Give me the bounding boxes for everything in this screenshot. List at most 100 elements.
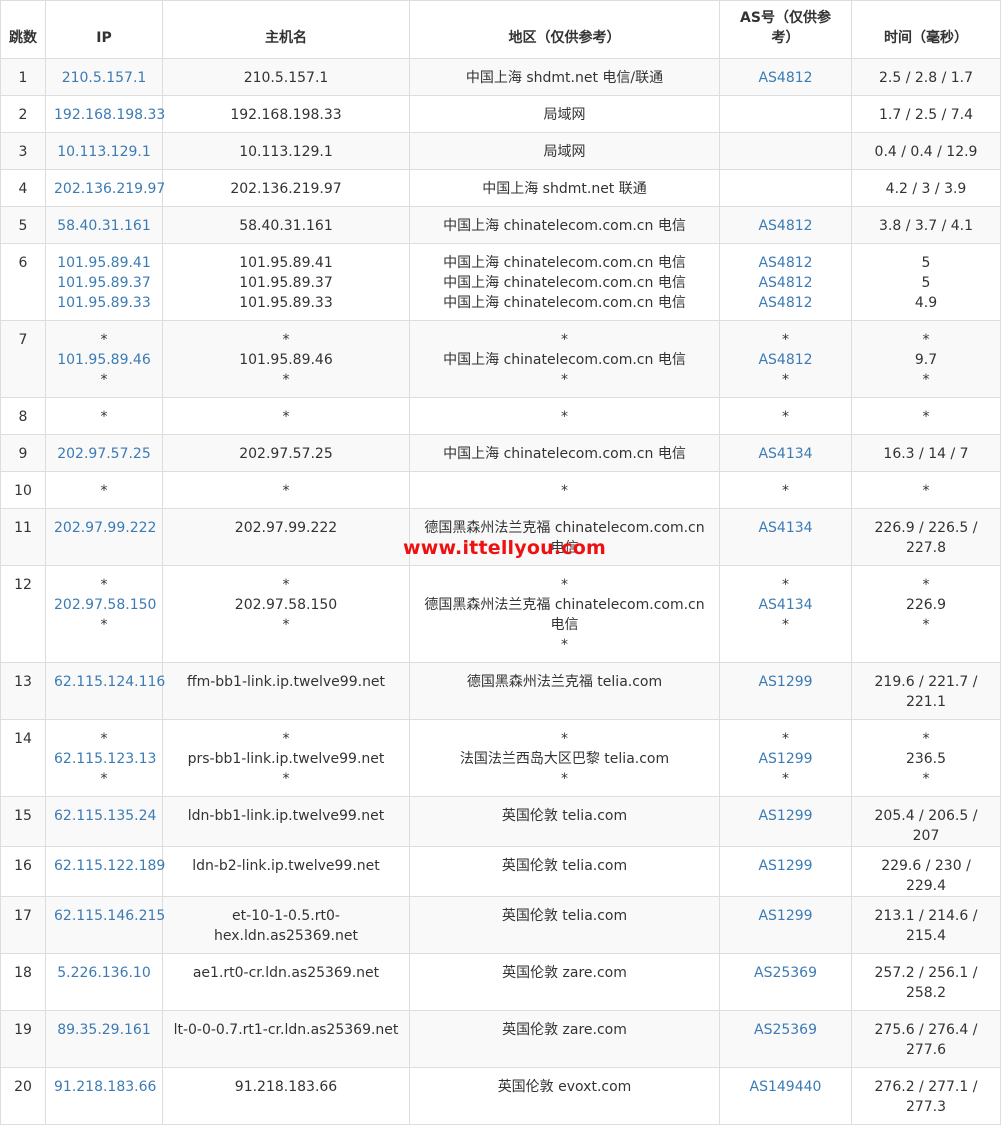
time-value: 205.4 / 206.5 / 207 bbox=[874, 808, 978, 844]
asn-link[interactable]: AS4812 bbox=[728, 216, 843, 236]
asn-value: * bbox=[782, 409, 789, 425]
host-value: 202.136.219.97 bbox=[230, 181, 342, 197]
ip-cell: 210.5.157.1 bbox=[45, 58, 163, 96]
region-cell: 英国伦敦 zare.com bbox=[409, 1010, 720, 1068]
time-cell: 4.2 / 3 / 3.9 bbox=[851, 169, 1001, 207]
time-cell: 2.5 / 2.8 / 1.7 bbox=[851, 58, 1001, 96]
asn-link[interactable]: AS1299 bbox=[728, 856, 843, 876]
ip-link[interactable]: 62.115.123.13 bbox=[54, 749, 156, 769]
region-cell: 中国上海 chinatelecom.com.cn 电信 中国上海 chinatel… bbox=[409, 243, 720, 321]
asn-link[interactable]: AS1299 bbox=[728, 906, 843, 926]
ip-link[interactable]: 62.115.124.116 bbox=[54, 672, 165, 692]
ip-link[interactable]: 210.5.157.1 bbox=[54, 68, 154, 88]
ip-cell: 202.136.219.97 bbox=[45, 169, 165, 207]
host-value: 10.113.129.1 bbox=[239, 144, 333, 160]
hop-cell: 16 bbox=[0, 846, 46, 897]
time-cell: * 226.9 * bbox=[851, 565, 1001, 663]
asn-link[interactable]: AS4134 bbox=[728, 518, 843, 538]
traceroute-table: 跳数 IP 主机名 地区（仅供参考） AS号（仅供参考） 时间（毫秒） 1 210… bbox=[0, 0, 1001, 1125]
asn-link[interactable]: AS1299 bbox=[728, 806, 843, 826]
time-cell: 205.4 / 206.5 / 207 bbox=[851, 796, 1001, 847]
asn-link[interactable]: AS4812 bbox=[728, 273, 843, 293]
ip-cell: 62.115.146.215 bbox=[45, 896, 165, 954]
ip-link[interactable]: 101.95.89.37 bbox=[54, 273, 154, 293]
host-cell: 192.168.198.33 bbox=[162, 95, 410, 133]
region-cell: 英国伦敦 telia.com bbox=[409, 796, 720, 847]
region-value: * bbox=[561, 483, 568, 499]
host-value: * bbox=[282, 409, 290, 425]
asn-value: * bbox=[782, 332, 789, 348]
region-value: 局域网 bbox=[543, 107, 586, 123]
region-value: * bbox=[561, 372, 568, 388]
hop-cell: 7 bbox=[0, 320, 46, 398]
ip-link[interactable]: 101.95.89.33 bbox=[54, 293, 154, 313]
time-cell: 276.2 / 277.1 / 277.3 bbox=[851, 1067, 1001, 1125]
ip-link[interactable]: 202.97.57.25 bbox=[54, 444, 154, 464]
time-value: 226.9 / 226.5 / 227.8 bbox=[874, 520, 978, 556]
region-value: 中国上海 shdmt.net 电信/联通 bbox=[465, 70, 664, 86]
region-value: 中国上海 chinatelecom.com.cn 电信 bbox=[443, 446, 686, 462]
asn-link[interactable]: AS4812 bbox=[728, 253, 843, 273]
host-value: 202.97.58.150 bbox=[234, 597, 338, 613]
region-cell: 局域网 bbox=[409, 95, 720, 133]
ip-link[interactable]: 10.113.129.1 bbox=[54, 142, 154, 162]
asn-link[interactable]: AS1299 bbox=[728, 749, 843, 769]
time-value: 0.4 / 0.4 / 12.9 bbox=[874, 144, 978, 160]
table-row: 18 5.226.136.10 ae1.rt0-cr.ldn.as25369.net… bbox=[0, 953, 1001, 1011]
host-value: * bbox=[282, 483, 290, 499]
table-row: 4 202.136.219.97 202.136.219.97 中国上海 shdmt.… bbox=[0, 169, 1001, 207]
asn-link[interactable]: AS25369 bbox=[728, 1020, 843, 1040]
asn-link[interactable]: AS4812 bbox=[728, 350, 843, 370]
table-row: 6 101.95.89.41 101.95.89.37 101.95.89.33 101… bbox=[0, 243, 1001, 321]
asn-link[interactable]: AS4134 bbox=[728, 595, 843, 615]
hop-cell: 8 bbox=[0, 397, 46, 435]
ip-link[interactable]: 62.115.146.215 bbox=[54, 906, 165, 926]
ip-cell: 58.40.31.161 bbox=[45, 206, 163, 244]
hop-cell: 3 bbox=[0, 132, 46, 170]
ip-link[interactable]: 202.136.219.97 bbox=[54, 179, 165, 199]
asn-link[interactable]: AS1299 bbox=[728, 672, 843, 692]
ip-value: * bbox=[100, 771, 108, 787]
ip-link[interactable]: 101.95.89.46 bbox=[54, 350, 154, 370]
ip-link[interactable]: 89.35.29.161 bbox=[54, 1020, 154, 1040]
ip-link[interactable]: 62.115.122.189 bbox=[54, 856, 165, 876]
region-value: * bbox=[561, 577, 568, 593]
time-value: 275.6 / 276.4 / 277.6 bbox=[874, 1022, 978, 1058]
host-cell: 91.218.183.66 bbox=[162, 1067, 410, 1125]
time-value: 2.5 / 2.8 / 1.7 bbox=[878, 70, 974, 86]
ip-link[interactable]: 91.218.183.66 bbox=[54, 1077, 156, 1097]
host-value: 58.40.31.161 bbox=[239, 218, 333, 234]
hop-cell: 11 bbox=[0, 508, 46, 566]
asn-link[interactable]: AS149440 bbox=[728, 1077, 843, 1097]
hop-cell: 1 bbox=[0, 58, 46, 96]
ip-cell: 89.35.29.161 bbox=[45, 1010, 163, 1068]
hop-cell: 17 bbox=[0, 896, 46, 954]
time-cell: 0.4 / 0.4 / 12.9 bbox=[851, 132, 1001, 170]
hop-cell: 9 bbox=[0, 434, 46, 472]
time-value: * bbox=[922, 483, 930, 499]
ip-link[interactable]: 202.97.58.150 bbox=[54, 595, 156, 615]
asn-value: * bbox=[782, 617, 789, 633]
asn-cell bbox=[719, 95, 852, 133]
host-value: * bbox=[282, 617, 290, 633]
asn-link[interactable]: AS4134 bbox=[728, 444, 843, 464]
hop-cell: 15 bbox=[0, 796, 46, 847]
ip-link[interactable]: 101.95.89.41 bbox=[54, 253, 154, 273]
asn-link[interactable]: AS25369 bbox=[728, 963, 843, 983]
asn-cell: AS4812 AS4812 AS4812 bbox=[719, 243, 852, 321]
hop-cell: 19 bbox=[0, 1010, 46, 1068]
ip-link[interactable]: 58.40.31.161 bbox=[54, 216, 154, 236]
region-cell: 英国伦敦 zare.com bbox=[409, 953, 720, 1011]
region-value: 中国上海 chinatelecom.com.cn 电信 bbox=[443, 255, 686, 271]
region-value: 英国伦敦 zare.com bbox=[502, 1022, 627, 1038]
ip-link[interactable]: 202.97.99.222 bbox=[54, 518, 156, 538]
asn-link[interactable]: AS4812 bbox=[728, 293, 843, 313]
ip-link[interactable]: 192.168.198.33 bbox=[54, 105, 165, 125]
ip-link[interactable]: 62.115.135.24 bbox=[54, 806, 156, 826]
host-value: 101.95.89.46 bbox=[239, 352, 333, 368]
ip-link[interactable]: 5.226.136.10 bbox=[54, 963, 154, 983]
table-row: 1 210.5.157.1 210.5.157.1 中国上海 shdmt.net 电信… bbox=[0, 58, 1001, 96]
time-cell: 213.1 / 214.6 / 215.4 bbox=[851, 896, 1001, 954]
asn-link[interactable]: AS4812 bbox=[728, 68, 843, 88]
asn-cell: AS4812 bbox=[719, 206, 852, 244]
